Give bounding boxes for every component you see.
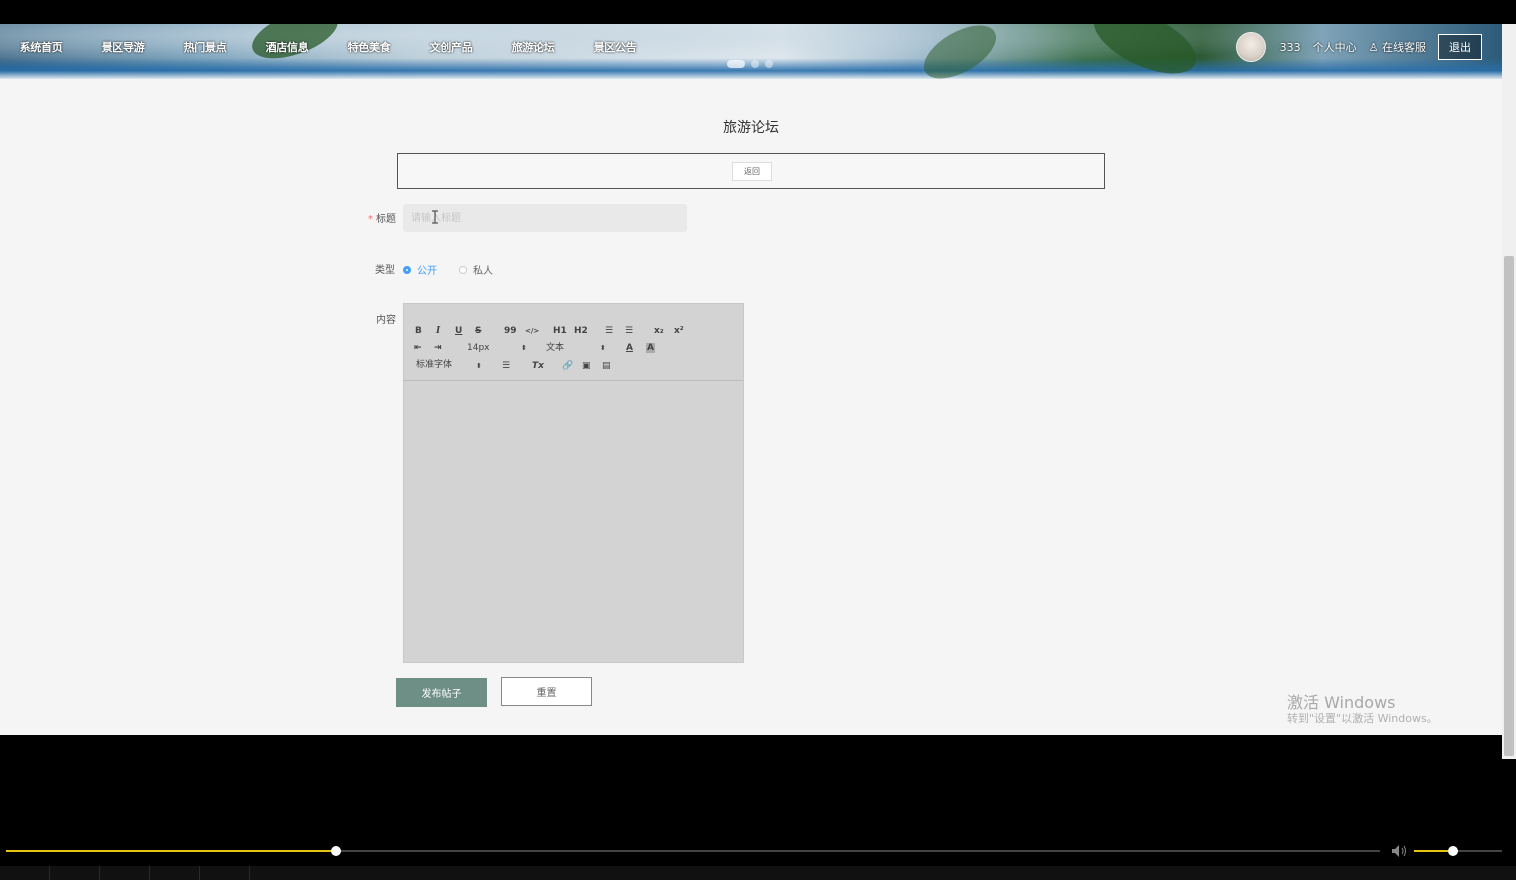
- text-cursor-icon: [432, 210, 438, 224]
- palm-leaf-decoration: [1084, 24, 1206, 87]
- carousel-dot[interactable]: [751, 60, 759, 68]
- submit-post-button[interactable]: 发布帖子: [396, 678, 487, 707]
- font-size-select[interactable]: 14px ⬍: [467, 343, 527, 353]
- palm-leaf-decoration: [915, 24, 1005, 90]
- editor-content-area[interactable]: [404, 381, 743, 662]
- back-bar: 返回: [397, 153, 1105, 189]
- italic-button[interactable]: I: [436, 326, 440, 336]
- font-family-select[interactable]: 标准字体 ⬍: [416, 360, 486, 370]
- image-icon[interactable]: ▣: [582, 361, 591, 371]
- taskbar-segment: [200, 866, 250, 880]
- personal-center-link[interactable]: 个人中心: [1313, 39, 1357, 55]
- h2-button[interactable]: H2: [574, 326, 588, 336]
- carousel-dot[interactable]: [765, 60, 773, 68]
- type-radio-group: 公开 私人: [403, 262, 515, 277]
- ordered-list-icon[interactable]: ☰: [605, 326, 613, 336]
- nav-item-home[interactable]: 系统首页: [0, 39, 82, 55]
- volume-icon[interactable]: [1391, 844, 1409, 858]
- blockquote-button[interactable]: 99: [504, 326, 517, 336]
- content-label: 内容: [376, 315, 396, 326]
- username: 333: [1279, 40, 1301, 54]
- radio-public-label: 公开: [417, 266, 437, 277]
- select-arrows-icon: ⬍: [600, 344, 606, 352]
- online-service-link[interactable]: ♙ 在线客服: [1369, 39, 1426, 55]
- outdent-icon[interactable]: ⇤: [414, 343, 422, 353]
- radio-public[interactable]: 公开: [403, 262, 437, 277]
- header-select[interactable]: 文本 ⬍: [546, 343, 608, 353]
- bold-button[interactable]: B: [415, 326, 422, 336]
- taskbar-strip: [0, 866, 1516, 880]
- link-icon[interactable]: 🔗: [562, 361, 573, 371]
- nav-item-products[interactable]: 文创产品: [410, 39, 492, 55]
- nav-item-guide[interactable]: 景区导游: [82, 39, 164, 55]
- radio-private[interactable]: 私人: [459, 262, 493, 277]
- radio-circle: [459, 265, 467, 274]
- header-banner: 系统首页 景区导游 热门景点 酒店信息 特色美食 文创产品 旅游论坛 景区公告 …: [0, 24, 1502, 90]
- title-label: * 标题: [368, 210, 396, 225]
- nav-item-food[interactable]: 特色美食: [328, 39, 410, 55]
- rich-text-editor: B I U S 99 </> H1 H2 ☰ ☰ x₂ x² ⇤ ⇥ 14px …: [403, 303, 744, 663]
- user-area: 333 个人中心 ♙ 在线客服 退出: [1235, 24, 1502, 70]
- page-title: 旅游论坛: [723, 120, 779, 136]
- volume-slider-handle[interactable]: [1447, 846, 1458, 856]
- main-nav: 系统首页 景区导游 热门景点 酒店信息 特色美食 文创产品 旅游论坛 景区公告: [0, 24, 656, 70]
- taskbar-segment: [100, 866, 150, 880]
- type-label: 类型: [375, 265, 395, 276]
- title-input[interactable]: [403, 204, 687, 232]
- title-label-text: 标题: [376, 214, 396, 225]
- font-family-value: 标准字体: [416, 360, 453, 370]
- taskbar-segment: [50, 866, 100, 880]
- nav-item-forum[interactable]: 旅游论坛: [492, 39, 574, 55]
- online-service-label: 在线客服: [1382, 41, 1426, 54]
- radio-circle: [403, 265, 411, 274]
- nav-item-hotels[interactable]: 酒店信息: [246, 39, 328, 55]
- seek-bar-handle[interactable]: [330, 846, 341, 856]
- nav-item-notices[interactable]: 景区公告: [574, 39, 656, 55]
- taskbar-segment: [150, 866, 200, 880]
- carousel-indicators: [727, 60, 773, 68]
- seek-bar-progress: [6, 850, 336, 852]
- indent-icon[interactable]: ⇥: [434, 343, 442, 353]
- clean-format-button[interactable]: Tx: [532, 361, 544, 371]
- logout-button[interactable]: 退出: [1438, 34, 1482, 60]
- back-button[interactable]: 返回: [732, 162, 772, 181]
- nav-item-attractions[interactable]: 热门景点: [164, 39, 246, 55]
- select-arrows-icon: ⬍: [521, 344, 527, 352]
- font-size-value: 14px: [467, 343, 490, 353]
- carousel-dot[interactable]: [727, 60, 745, 68]
- browser-viewport: 系统首页 景区导游 热门景点 酒店信息 特色美食 文创产品 旅游论坛 景区公告 …: [0, 24, 1502, 735]
- font-color-button[interactable]: A: [626, 343, 633, 353]
- reset-button[interactable]: 重置: [501, 677, 592, 706]
- superscript-button[interactable]: x²: [674, 326, 684, 336]
- page-scrollbar[interactable]: [1502, 24, 1516, 759]
- avatar[interactable]: [1235, 32, 1266, 62]
- windows-activation-hint: 转到"设置"以激活 Windows。: [1287, 712, 1438, 725]
- select-arrows-icon: ⬍: [476, 362, 482, 370]
- editor-toolbar: B I U S 99 </> H1 H2 ☰ ☰ x₂ x² ⇤ ⇥ 14px …: [404, 314, 743, 381]
- radio-private-label: 私人: [473, 266, 493, 277]
- user-icon: ♙: [1368, 41, 1379, 54]
- subscript-button[interactable]: x₂: [654, 326, 664, 336]
- h1-button[interactable]: H1: [553, 326, 567, 336]
- code-button[interactable]: </>: [525, 326, 539, 336]
- bullet-list-icon[interactable]: ☰: [625, 326, 633, 336]
- strike-button[interactable]: S: [475, 326, 481, 336]
- background-color-button[interactable]: A: [646, 343, 655, 353]
- underline-button[interactable]: U: [455, 326, 462, 336]
- taskbar-segment: [0, 866, 50, 880]
- required-marker: *: [368, 214, 373, 225]
- volume-slider-level: [1414, 850, 1453, 852]
- header-value: 文本: [546, 343, 565, 353]
- scrollbar-thumb[interactable]: [1504, 256, 1514, 756]
- align-icon[interactable]: ☰: [502, 361, 510, 371]
- video-icon[interactable]: ▤: [602, 361, 611, 371]
